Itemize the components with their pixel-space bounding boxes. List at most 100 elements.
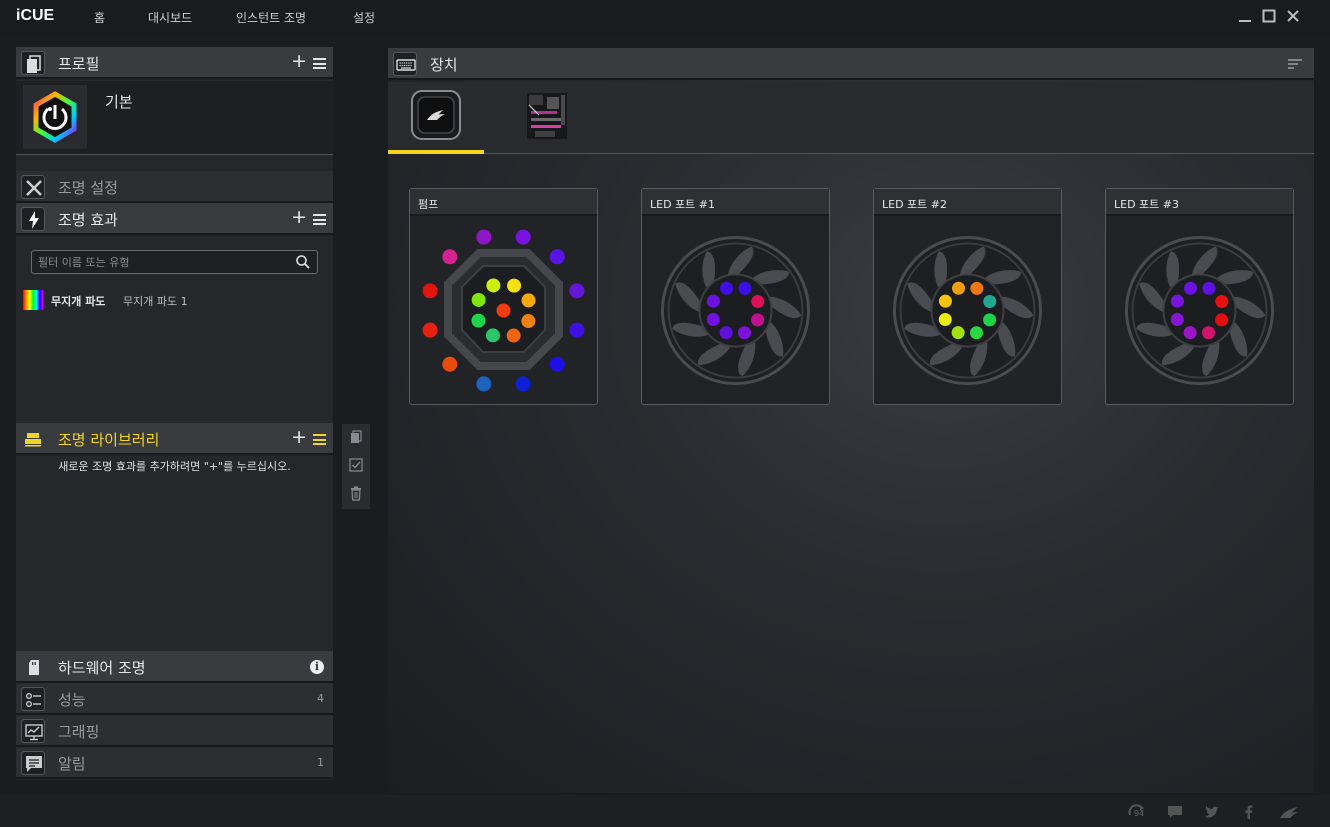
fan-led[interactable] xyxy=(751,295,765,309)
hardware-lighting-header[interactable]: 하드웨어 조명 i xyxy=(16,651,333,683)
notifications-header[interactable]: 알림 1 xyxy=(16,747,333,779)
filter-input[interactable] xyxy=(38,254,288,270)
add-profile-button[interactable]: + xyxy=(291,50,307,72)
pump-outer-led[interactable] xyxy=(476,229,492,245)
fan-led[interactable] xyxy=(983,295,997,309)
profiles-title: 프로필 xyxy=(58,55,100,73)
pump-outer-led[interactable] xyxy=(442,356,458,372)
twitter-icon[interactable] xyxy=(1203,803,1221,821)
fan-led[interactable] xyxy=(738,281,752,295)
sort-menu-icon[interactable] xyxy=(1288,59,1302,69)
pump-outer-led[interactable] xyxy=(442,249,458,265)
pump-outer-led[interactable] xyxy=(515,229,531,245)
nav-home[interactable]: 홈 xyxy=(94,9,105,26)
left-panel: 프로필 + 기본 조명 설정 조명 효과 + 필터 이름 또는 유형 무지개 파… xyxy=(16,47,333,780)
fan-led-diagram xyxy=(893,236,1042,385)
fan-hub xyxy=(930,273,1005,348)
nav-dashboard[interactable]: 대시보드 xyxy=(148,9,192,26)
library-tool-strip xyxy=(342,424,370,509)
library-icon xyxy=(24,431,42,447)
pump-inner-led[interactable] xyxy=(486,278,501,293)
pump-inner-led[interactable] xyxy=(507,278,522,293)
add-effect-button[interactable]: + xyxy=(291,206,307,228)
profile-name[interactable]: 기본 xyxy=(105,91,133,112)
pump-outer-led[interactable] xyxy=(549,249,565,265)
corsair-icon[interactable] xyxy=(1278,803,1300,821)
fan-led[interactable] xyxy=(706,294,720,308)
fan-led[interactable] xyxy=(1170,312,1184,326)
fan-led[interactable] xyxy=(1183,326,1197,340)
pump-inner-led[interactable] xyxy=(506,328,521,343)
fan-led[interactable] xyxy=(1202,281,1216,295)
search-icon[interactable] xyxy=(295,254,311,270)
select-all-icon[interactable] xyxy=(348,457,364,473)
pump-outer-led[interactable] xyxy=(549,356,565,372)
zone-led-port-1[interactable]: LED 포트 #1 xyxy=(641,188,830,405)
pump-inner-led[interactable] xyxy=(471,292,486,307)
zone-led-port-3[interactable]: LED 포트 #3 xyxy=(1105,188,1294,405)
pump-inner-led[interactable] xyxy=(485,328,500,343)
copy-icon[interactable] xyxy=(348,429,364,445)
fan-led[interactable] xyxy=(719,326,733,340)
maximize-icon[interactable] xyxy=(1261,8,1277,24)
library-menu-icon[interactable] xyxy=(313,434,326,445)
pump-outer-led[interactable] xyxy=(476,376,492,392)
zone-header: LED 포트 #2 xyxy=(874,189,1061,216)
title-bar: iCUE 홈 대시보드 인스턴트 조명 설정 xyxy=(0,0,1330,34)
fan-led[interactable] xyxy=(969,326,983,340)
close-icon[interactable] xyxy=(1285,8,1301,24)
graphing-header[interactable]: 그래핑 xyxy=(16,715,333,747)
info-icon[interactable]: i xyxy=(310,660,324,674)
fan-led[interactable] xyxy=(751,313,765,327)
facebook-icon[interactable] xyxy=(1240,803,1258,821)
fan-led[interactable] xyxy=(970,281,984,295)
pump-outer-led[interactable] xyxy=(569,283,585,299)
fan-led[interactable] xyxy=(737,326,751,340)
pump-inner-led[interactable] xyxy=(521,314,536,329)
fan-led[interactable] xyxy=(1201,326,1215,340)
fan-led[interactable] xyxy=(938,294,952,308)
effect-list-item[interactable]: 무지개 파도 무지개 파도 1 xyxy=(21,290,321,310)
pump-outer-led[interactable] xyxy=(515,376,531,392)
effects-menu-icon[interactable] xyxy=(313,214,326,225)
fan-led[interactable] xyxy=(720,281,734,295)
nav-settings[interactable]: 설정 xyxy=(353,9,375,26)
profile-item[interactable] xyxy=(23,85,87,149)
fan-led[interactable] xyxy=(938,312,952,326)
lighting-setup-header[interactable]: 조명 설정 xyxy=(16,171,333,203)
fan-led[interactable] xyxy=(1170,294,1184,308)
performance-header[interactable]: 성능 4 xyxy=(16,683,333,715)
pump-inner-led[interactable] xyxy=(521,293,536,308)
pump-inner-led[interactable] xyxy=(496,303,511,318)
zone-title: LED 포트 #3 xyxy=(1114,198,1179,211)
minimize-icon[interactable] xyxy=(1237,8,1253,24)
fan-led[interactable] xyxy=(1215,313,1229,327)
profiles-header: 프로필 + xyxy=(16,47,333,79)
fan-led[interactable] xyxy=(706,312,720,326)
add-library-button[interactable]: + xyxy=(291,426,307,448)
app-logo: iCUE xyxy=(16,7,55,24)
pump-outer-led[interactable] xyxy=(422,283,438,299)
trash-icon[interactable] xyxy=(348,485,364,501)
status-bar: 94 xyxy=(0,795,1330,827)
device-tab-cooler[interactable] xyxy=(388,82,484,154)
zone-led-port-2[interactable]: LED 포트 #2 xyxy=(873,188,1062,405)
pump-inner-led[interactable] xyxy=(471,313,486,328)
tools-icon xyxy=(21,175,45,199)
zone-pump[interactable]: 펌프 xyxy=(409,188,598,405)
nav-instant-lighting[interactable]: 인스턴트 조명 xyxy=(236,9,306,26)
devices-title: 장치 xyxy=(430,56,458,74)
lighting-library-title: 조명 라이브러리 xyxy=(58,431,160,449)
fan-led[interactable] xyxy=(983,313,997,327)
pump-outer-led[interactable] xyxy=(422,322,438,338)
fan-led[interactable] xyxy=(952,281,966,295)
chat-icon[interactable] xyxy=(1166,803,1184,821)
notifications-count: 1 xyxy=(317,756,324,769)
fan-led[interactable] xyxy=(951,326,965,340)
graph-icon xyxy=(21,719,45,743)
profiles-menu-icon[interactable] xyxy=(313,58,326,69)
fan-led[interactable] xyxy=(1215,295,1229,309)
device-tab-motherboard[interactable] xyxy=(499,82,595,154)
pump-outer-led[interactable] xyxy=(569,322,585,338)
fan-led[interactable] xyxy=(1184,281,1198,295)
